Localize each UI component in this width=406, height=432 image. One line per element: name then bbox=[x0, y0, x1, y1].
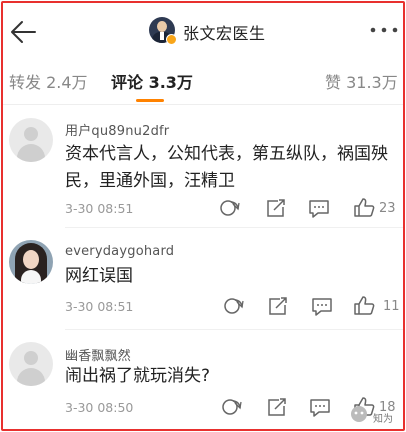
reply-icon[interactable] bbox=[308, 198, 330, 218]
tab-repost[interactable]: 转发 2.4万 bbox=[9, 69, 88, 93]
interaction-tabs: 转发 2.4万 评论 3.3万 赞 31.3万 bbox=[3, 59, 403, 105]
share-icon[interactable] bbox=[267, 296, 289, 316]
commenter-avatar[interactable] bbox=[9, 240, 53, 284]
commenter-avatar[interactable] bbox=[9, 118, 53, 162]
back-arrow-icon[interactable] bbox=[9, 19, 37, 45]
more-options-icon[interactable] bbox=[369, 25, 399, 35]
comment-item: 用户qu89nu2dfr 资本代言人，公知代表，第五纵队，祸国殃民，里通外国，汪… bbox=[3, 106, 403, 226]
like-count: 11 bbox=[383, 299, 400, 314]
active-tab-indicator bbox=[136, 99, 164, 102]
watermark-text: 知为 bbox=[373, 414, 393, 425]
comment-text: 网红误国 bbox=[65, 266, 133, 286]
comment-item: 幽香飘飘然 闹出祸了就玩消失? 3-30 08:50 18 bbox=[3, 330, 403, 429]
share-icon[interactable] bbox=[265, 198, 287, 218]
like-count: 23 bbox=[379, 201, 396, 216]
like-icon[interactable] bbox=[353, 295, 375, 315]
comment-time: 3-30 08:50 bbox=[65, 400, 134, 415]
repost-icon[interactable] bbox=[223, 296, 245, 316]
repost-icon[interactable] bbox=[219, 198, 241, 218]
comment-time: 3-30 08:51 bbox=[65, 201, 134, 216]
commenter-name[interactable]: 幽香飘飘然 bbox=[65, 345, 131, 364]
comment-text: 闹出祸了就玩消失? bbox=[65, 366, 211, 386]
commenter-name[interactable]: 用户qu89nu2dfr bbox=[65, 120, 169, 139]
tab-like[interactable]: 赞 31.3万 bbox=[325, 69, 398, 93]
commenter-name[interactable]: everydaygohard bbox=[65, 244, 174, 259]
commenter-avatar[interactable] bbox=[9, 342, 53, 386]
reply-icon[interactable] bbox=[309, 397, 331, 417]
screenshot-frame: 张文宏医生 转发 2.4万 评论 3.3万 赞 31.3万 用户qu89nu2d… bbox=[1, 1, 405, 431]
comment-time: 3-30 08:51 bbox=[65, 299, 134, 314]
author-name[interactable]: 张文宏医生 bbox=[183, 20, 266, 44]
top-bar: 张文宏医生 bbox=[3, 3, 403, 59]
share-icon[interactable] bbox=[266, 397, 288, 417]
comment-item: everydaygohard 网红误国 3-30 08:51 11 bbox=[3, 228, 403, 328]
reply-icon[interactable] bbox=[311, 296, 333, 316]
like-icon[interactable] bbox=[353, 197, 375, 217]
tab-comment[interactable]: 评论 3.3万 bbox=[111, 69, 193, 93]
comment-text: 资本代言人，公知代表，第五纵队，祸国殃民，里通外国，汪精卫 bbox=[65, 144, 388, 191]
repost-icon[interactable] bbox=[221, 397, 243, 417]
verified-badge-icon bbox=[166, 34, 177, 45]
